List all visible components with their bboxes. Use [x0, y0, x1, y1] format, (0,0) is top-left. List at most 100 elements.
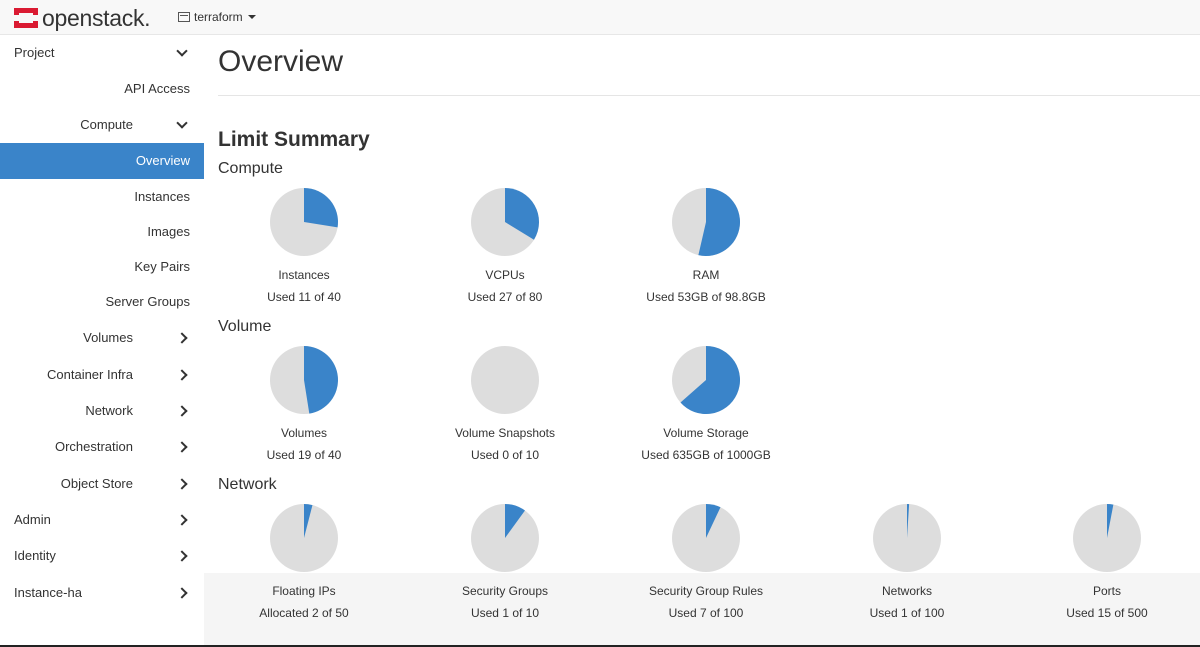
pie-usage-text: Used 11 of 40 — [267, 290, 341, 304]
sidebar-item-label: Object Store — [60, 476, 133, 491]
sidebar-item-label: Volumes — [83, 330, 133, 345]
sidebar-item-server-groups[interactable]: Server Groups — [0, 284, 204, 320]
sidebar-item-project[interactable]: Project — [0, 35, 204, 71]
sidebar-item-label: API Access — [124, 81, 190, 96]
sidebar-item-label: Instances — [134, 189, 190, 204]
pie-label: Floating IPs — [272, 584, 336, 598]
sidebar-item-object-store[interactable]: Object Store — [0, 466, 204, 502]
sidebar-item-label: Images — [147, 224, 190, 239]
page-title: Overview — [218, 45, 344, 78]
pie-chart — [672, 188, 740, 256]
pie-card-instances: Instances Used 11 of 40 — [214, 188, 394, 304]
pie-label: Ports — [1092, 584, 1121, 598]
sidebar-item-label: Server Groups — [105, 294, 190, 309]
top-navbar: openstack. terraform — [0, 0, 1200, 35]
sidebar-item-label: Network — [85, 403, 133, 418]
pie-label: Volumes — [280, 426, 328, 440]
pie-usage-text: Used 7 of 100 — [668, 606, 744, 620]
project-icon — [178, 12, 190, 22]
pie-card-volume-snapshots: Volume Snapshots Used 0 of 10 — [415, 346, 595, 462]
pie-label: Volume Storage — [663, 426, 749, 440]
pie-chart — [471, 504, 539, 572]
pie-usage-text: Used 19 of 40 — [266, 448, 342, 462]
sidebar-item-api-access[interactable]: API Access — [0, 71, 204, 107]
sidebar-item-label: Key Pairs — [134, 259, 190, 274]
sidebar-item-container-infra[interactable]: Container Infra — [0, 357, 204, 393]
chevron-down-icon — [176, 45, 188, 57]
pie-card-volume-storage: Volume Storage Used 635GB of 1000GB — [616, 346, 796, 462]
pie-label: RAM — [692, 268, 720, 282]
sidebar-item-admin[interactable]: Admin — [0, 502, 204, 538]
sidebar-item-images[interactable]: Images — [0, 214, 204, 250]
openstack-logo-icon — [14, 8, 38, 28]
chevron-right-icon — [176, 332, 188, 344]
pie-card-security-group-rules: Security Group Rules Used 7 of 100 — [616, 504, 796, 620]
section-title-volume: Volume — [218, 318, 272, 335]
limit-summary-heading: Limit Summary — [218, 128, 370, 151]
pie-card-ram: RAM Used 53GB of 98.8GB — [616, 188, 796, 304]
sidebar-item-label: Identity — [14, 548, 56, 563]
sidebar-item-label: Instance-ha — [14, 585, 82, 600]
pie-chart — [1073, 504, 1141, 572]
pie-used-slice — [304, 188, 338, 228]
sidebar-item-label: Project — [14, 45, 55, 60]
chevron-right-icon — [176, 514, 188, 526]
pie-chart — [873, 504, 941, 572]
chevron-right-icon — [176, 405, 188, 417]
pie-card-networks: Networks Used 1 of 100 — [817, 504, 997, 620]
pie-chart — [471, 346, 539, 414]
sidebar-item-volumes[interactable]: Volumes — [0, 320, 204, 356]
sidebar-item-compute[interactable]: Compute — [0, 107, 204, 143]
section-title-network: Network — [218, 476, 277, 493]
pie-used-slice — [304, 346, 338, 414]
pie-chart — [270, 504, 338, 572]
sidebar-item-label: Overview — [135, 153, 190, 168]
brand-logo[interactable]: openstack. — [14, 5, 151, 31]
sidebar-item-network[interactable]: Network — [0, 393, 204, 429]
pie-chart — [270, 188, 338, 256]
pie-free-slice — [471, 346, 539, 414]
pie-label: Security Groups — [461, 584, 549, 598]
pie-usage-text: Allocated 2 of 50 — [259, 606, 349, 620]
pie-chart — [471, 188, 539, 256]
chevron-down-icon — [176, 117, 188, 129]
chevron-right-icon — [176, 550, 188, 562]
pie-label: Volume Snapshots — [454, 426, 556, 440]
pie-card-ports: Ports Used 15 of 500 — [1017, 504, 1197, 620]
section-title-compute: Compute — [218, 160, 283, 177]
pie-usage-text: Used 27 of 80 — [467, 290, 543, 304]
pie-usage-text: Used 0 of 10 — [470, 448, 540, 462]
sidebar-item-label: Admin — [14, 512, 51, 527]
sidebar-item-instance-ha[interactable]: Instance-ha — [0, 575, 204, 611]
pie-usage-text: Used 1 of 100 — [869, 606, 945, 620]
pie-label: VCPUs — [485, 268, 525, 282]
chevron-right-icon — [176, 478, 188, 490]
chevron-right-icon — [176, 587, 188, 599]
pie-usage-text: Used 15 of 500 — [1066, 606, 1148, 620]
sidebar-item-orchestration[interactable]: Orchestration — [0, 429, 204, 465]
project-name: terraform — [194, 10, 243, 24]
chevron-right-icon — [176, 441, 188, 453]
brand-text: openstack. — [42, 5, 151, 31]
chevron-right-icon — [176, 369, 188, 381]
sidebar-item-key-pairs[interactable]: Key Pairs — [0, 249, 204, 285]
pie-chart — [270, 346, 338, 414]
pie-card-vcpus: VCPUs Used 27 of 80 — [415, 188, 595, 304]
pie-usage-text: Used 53GB of 98.8GB — [646, 290, 766, 304]
sidebar-item-label: Orchestration — [54, 439, 133, 454]
pie-label: Security Group Rules — [648, 584, 764, 598]
sidebar-item-instances[interactable]: Instances — [0, 179, 204, 215]
pie-label: Instances — [278, 268, 330, 282]
pie-card-volumes: Volumes Used 19 of 40 — [214, 346, 394, 462]
pie-card-floating-ips: Floating IPs Allocated 2 of 50 — [214, 504, 394, 620]
pie-label: Networks — [881, 584, 932, 598]
pie-chart — [672, 504, 740, 572]
sidebar-item-overview[interactable]: Overview — [0, 143, 204, 179]
pie-chart — [672, 346, 740, 414]
pie-usage-text: Used 1 of 10 — [470, 606, 540, 620]
project-selector[interactable]: terraform — [178, 10, 256, 24]
caret-down-icon — [247, 15, 256, 19]
pie-usage-text: Used 635GB of 1000GB — [641, 448, 771, 462]
sidebar-item-identity[interactable]: Identity — [0, 538, 204, 574]
sidebar-item-label: Container Infra — [47, 367, 133, 382]
